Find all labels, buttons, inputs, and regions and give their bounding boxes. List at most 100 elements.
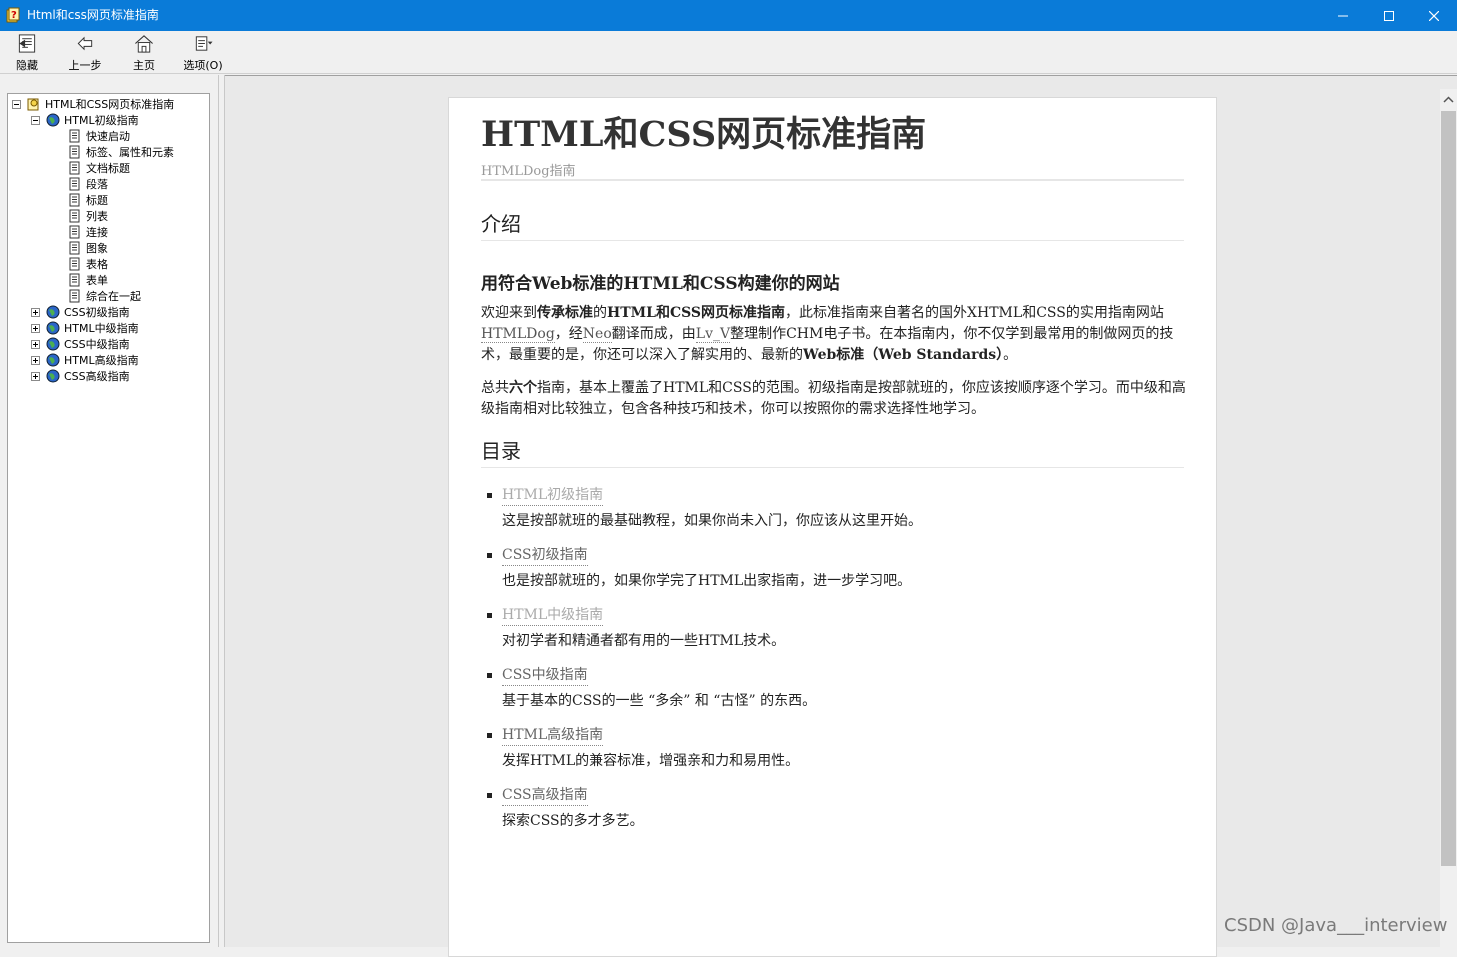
htmldog-link[interactable]: HTMLDog	[481, 326, 555, 343]
text: 。	[1003, 347, 1018, 363]
arrow-left-icon	[77, 36, 93, 51]
tree-item-label: HTML初级指南	[64, 114, 139, 127]
tree-item-label: 连接	[86, 226, 108, 239]
document-icon	[69, 161, 80, 175]
intro-heading: 介绍	[481, 212, 521, 236]
divider	[481, 467, 1184, 468]
tree-item-topic[interactable]: 图象	[68, 240, 108, 256]
collapse-icon[interactable]	[31, 115, 40, 125]
text: 欢迎来到	[481, 305, 537, 321]
bullet-icon	[487, 793, 492, 798]
tree-item-label: 快速启动	[86, 130, 130, 143]
tree-item-topic[interactable]: 文档标题	[68, 160, 130, 176]
scroll-up-button[interactable]	[1440, 89, 1457, 109]
contents-tree[interactable]: HTML和CSS网页标准指南 HTML初级指南 快速启动标签、属性和元素 文档标题…	[7, 93, 210, 943]
toc-link[interactable]: HTML高级指南	[502, 725, 604, 746]
tree-item-label: 列表	[86, 210, 108, 223]
toc-description: 也是按部就班的，如果你学完了HTML出家指南，进一步学习吧。	[502, 573, 912, 589]
toc-link[interactable]: HTML初级指南	[502, 485, 604, 506]
tree-item-topic[interactable]: 段落	[68, 176, 108, 192]
overview-paragraph: 总共六个指南，基本上覆盖了HTML和CSS的范围。初级指南是按部就班的，你应该按…	[481, 378, 1186, 420]
tree-item-topic[interactable]: 综合在一起	[68, 288, 141, 304]
home-button[interactable]: 主页	[127, 33, 161, 73]
tree-item-topic[interactable]: 表格	[68, 256, 108, 272]
watermark: CSDN @Java___interview	[1224, 915, 1448, 936]
text: ，此标准指南来自著名的国外XHTML和CSS的实用指南网站	[785, 305, 1164, 321]
globe-book-icon	[46, 337, 60, 351]
options-label: 选项(O)	[183, 59, 223, 72]
divider	[481, 179, 1184, 181]
bold-text: 六个	[509, 380, 537, 396]
maximize-button[interactable]	[1366, 0, 1412, 31]
intro-paragraph: 欢迎来到传承标准的HTML和CSS网页标准指南，此标准指南来自著名的国外XHTM…	[481, 303, 1186, 366]
tree-item-guide[interactable]: HTML中级指南	[31, 320, 139, 336]
text: 的	[593, 305, 607, 321]
document-icon	[69, 193, 80, 207]
document-icon	[69, 241, 80, 255]
expand-icon[interactable]	[31, 323, 40, 333]
chevron-up-icon	[1443, 95, 1454, 103]
navigation-pane: HTML和CSS网页标准指南 HTML初级指南 快速启动标签、属性和元素 文档标题…	[0, 75, 222, 947]
toc-heading: 目录	[481, 439, 521, 463]
window-title: Html和css网页标准指南	[27, 8, 159, 22]
document-icon	[69, 225, 80, 239]
toc-link[interactable]: CSS高级指南	[502, 785, 588, 806]
tree-item-topic[interactable]: 标签、属性和元素	[68, 144, 174, 160]
document-icon	[69, 145, 80, 159]
hide-button[interactable]: 隐藏	[10, 33, 44, 73]
tree-item-topic[interactable]: 标题	[68, 192, 108, 208]
bullet-icon	[487, 733, 492, 738]
close-icon	[1429, 10, 1439, 21]
tree-item-topic[interactable]: 连接	[68, 224, 108, 240]
content-pane: HTML和CSS网页标准指南 HTMLDog指南 介绍 用符合Web标准的HTM…	[225, 75, 1457, 957]
collapse-icon[interactable]	[12, 99, 21, 109]
back-button[interactable]: 上一步	[62, 33, 108, 73]
tree-item-html-basic[interactable]: HTML初级指南	[31, 112, 139, 128]
hide-label: 隐藏	[16, 59, 38, 72]
expand-icon[interactable]	[31, 355, 40, 365]
neo-link[interactable]: Neo	[582, 326, 612, 343]
toc-link[interactable]: HTML中级指南	[502, 605, 604, 626]
tree-item-label: CSS初级指南	[64, 306, 130, 319]
back-label: 上一步	[68, 59, 102, 72]
bold-text: HTML和CSS网页标准指南	[607, 305, 786, 321]
options-icon	[195, 36, 213, 51]
bullet-icon	[487, 673, 492, 678]
tree-item-label: 综合在一起	[86, 290, 141, 303]
close-button[interactable]	[1411, 0, 1457, 31]
tree-root[interactable]: HTML和CSS网页标准指南	[12, 96, 174, 112]
vertical-scrollbar[interactable]	[1440, 89, 1457, 947]
scroll-thumb[interactable]	[1441, 111, 1456, 866]
text: ，经	[554, 326, 583, 342]
text: 翻译而成，由	[611, 326, 696, 342]
tree-item-guide[interactable]: CSS初级指南	[31, 304, 130, 320]
document-icon	[69, 289, 80, 303]
toc-link[interactable]: CSS中级指南	[502, 665, 588, 686]
tree-item-guide[interactable]: CSS中级指南	[31, 336, 130, 352]
tree-item-topic[interactable]: 快速启动	[68, 128, 130, 144]
toc-description: 对初学者和精通者都有用的一些HTML技术。	[502, 633, 786, 649]
tree-item-label: 表格	[86, 258, 108, 271]
minimize-button[interactable]	[1320, 0, 1366, 31]
expand-icon[interactable]	[31, 371, 40, 381]
help-book-icon: ?	[6, 7, 20, 23]
tree-item-guide[interactable]: CSS高级指南	[31, 368, 130, 384]
tree-item-topic[interactable]: 表单	[68, 272, 108, 288]
tree-item-label: 标签、属性和元素	[86, 146, 174, 159]
globe-book-icon	[46, 353, 60, 367]
tree-item-label: CSS高级指南	[64, 370, 130, 383]
globe-book-icon	[46, 369, 60, 383]
tree-item-topic[interactable]: 列表	[68, 208, 108, 224]
bullet-icon	[487, 613, 492, 618]
toolbar: 隐藏 上一步 主页 选项(O)	[0, 31, 1457, 74]
expand-icon[interactable]	[31, 339, 40, 349]
tree-item-label: 标题	[86, 194, 108, 207]
pane-splitter[interactable]	[218, 75, 225, 947]
tree-item-label: HTML高级指南	[64, 354, 139, 367]
globe-book-icon	[46, 305, 60, 319]
options-button[interactable]: 选项(O)	[178, 33, 228, 73]
tree-item-guide[interactable]: HTML高级指南	[31, 352, 139, 368]
toc-link[interactable]: CSS初级指南	[502, 545, 588, 566]
expand-icon[interactable]	[31, 307, 40, 317]
lvv-link[interactable]: Lv_V	[695, 326, 731, 343]
